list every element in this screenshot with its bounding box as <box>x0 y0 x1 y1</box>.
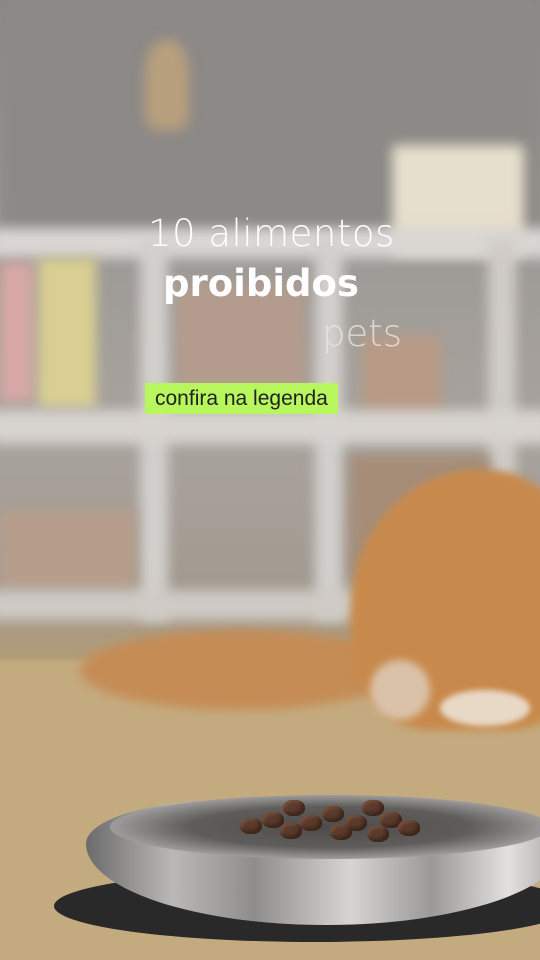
bowl-rim <box>110 795 540 859</box>
kibble <box>300 815 322 831</box>
kibble <box>330 824 352 840</box>
cat-paw <box>440 690 530 726</box>
kibble <box>283 800 305 816</box>
caption-badge: confira na legenda <box>145 383 338 414</box>
shelf <box>0 590 370 620</box>
title-line-1: 10 alimentos <box>148 212 395 255</box>
shelf-post <box>488 240 516 480</box>
kibble <box>398 820 420 836</box>
story-frame: 10 alimentos proibidos pets confira na l… <box>0 0 540 960</box>
title-line-3: pets <box>322 312 403 355</box>
cat-paw <box>370 660 430 720</box>
kibble <box>280 823 302 839</box>
kibble <box>362 800 384 816</box>
kibble <box>322 806 344 822</box>
shelf <box>0 410 540 444</box>
vase <box>145 40 189 130</box>
book <box>38 258 96 408</box>
title-line-2: proibidos <box>163 262 359 305</box>
storage-box <box>0 510 135 590</box>
kibble <box>367 826 389 842</box>
book <box>0 262 34 402</box>
kibble <box>240 818 262 834</box>
